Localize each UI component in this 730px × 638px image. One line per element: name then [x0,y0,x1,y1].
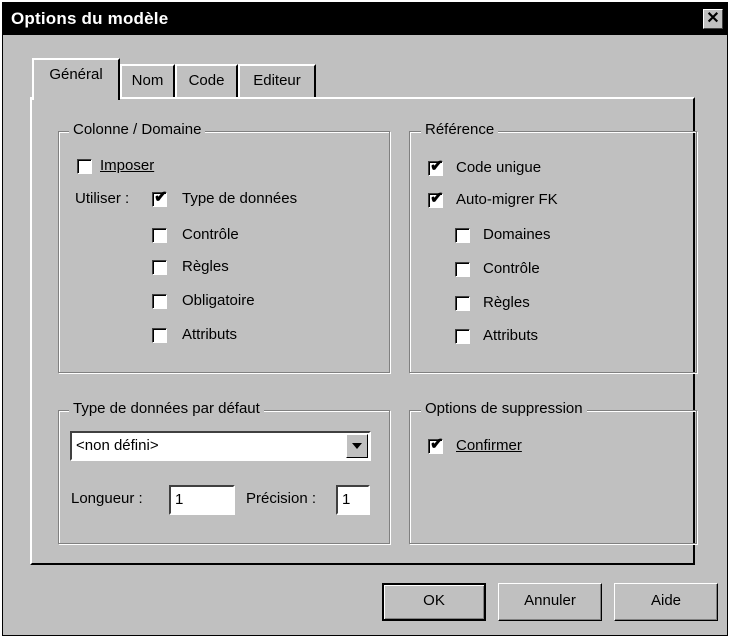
checkbox-ref-controle[interactable] [455,262,470,277]
close-icon[interactable]: ✕ [703,9,723,29]
checkbox-ref-regles[interactable] [455,296,470,311]
cancel-button[interactable]: Annuler [498,583,602,621]
label-longueur: Longueur : [71,490,143,507]
label-text: Imposer [100,157,155,174]
checkbox-domaines[interactable] [455,228,470,243]
checkbox-confirmer[interactable]: ✔ [428,436,443,454]
default-datatype-select[interactable]: <non défini> [70,431,371,461]
checkbox-controle[interactable] [152,228,167,243]
label-type-donnees: Type de données [182,190,298,207]
label-attributs: Attributs [182,326,238,343]
check-mark: ✔ [154,189,168,206]
tab-label: Général [49,66,103,83]
check-mark: ✔ [430,190,444,207]
group-suppression [409,410,697,544]
checkbox-obligatoire[interactable] [152,294,167,309]
checkbox-imposer[interactable] [77,159,92,174]
tab-nom[interactable]: Nom [120,64,175,98]
label-obligatoire: Obligatoire [182,292,255,309]
title-bar[interactable]: Options du modèle ✕ [3,3,727,35]
group-title-reference: Référence [421,121,499,138]
tab-code[interactable]: Code [175,64,238,98]
label-domaines: Domaines [483,226,551,243]
label-ref-regles: Règles [483,294,530,311]
dropdown-arrow-icon[interactable] [346,434,368,458]
tab-label: Code [188,72,225,89]
label-ref-controle: Contrôle [483,260,540,277]
checkbox-regles[interactable] [152,260,167,275]
label-code-unique: Code unigue [456,159,542,176]
label-auto-migrer-fk: Auto-migrer FK [456,191,558,208]
label-imposer: Imposer [100,157,154,174]
check-mark: ✔ [430,436,444,453]
label-controle: Contrôle [182,226,239,243]
group-title-type-defaut: Type de données par défaut [69,400,264,417]
checkbox-code-unique[interactable]: ✔ [428,158,443,176]
precision-field[interactable]: 1 [336,485,370,515]
tab-label: Nom [131,72,164,89]
label-utiliser: Utiliser : [75,190,130,207]
check-mark: ✔ [430,158,444,175]
tab-general[interactable]: Général [32,58,120,100]
group-title-suppression: Options de suppression [421,400,587,417]
label-confirmer: Confirmer [456,437,522,454]
longueur-field[interactable]: 1 [169,485,235,515]
label-regles: Règles [182,258,229,275]
label-text: Confirmer [456,437,522,454]
checkbox-auto-migrer-fk[interactable]: ✔ [428,190,443,208]
checkbox-ref-attributs[interactable] [455,329,470,344]
help-button[interactable]: Aide [614,583,718,621]
window-title: Options du modèle [11,9,169,28]
ok-button[interactable]: OK [382,583,486,621]
select-value: <non défini> [76,437,159,454]
checkbox-attributs[interactable] [152,328,167,343]
label-precision: Précision : [246,490,317,507]
tab-editeur[interactable]: Editeur [238,64,316,98]
label-ref-attributs: Attributs [483,327,539,344]
group-title-colonne-domaine: Colonne / Domaine [69,121,206,138]
checkbox-type-donnees[interactable]: ✔ [152,189,167,207]
group-reference [409,131,697,373]
tab-label: Editeur [253,72,301,89]
